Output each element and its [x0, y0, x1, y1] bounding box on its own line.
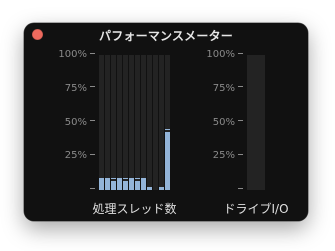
tick-mark — [90, 52, 95, 54]
y-tick-100: 100% — [197, 50, 243, 60]
bar-track-1 — [99, 55, 104, 190]
bar-track-5 — [123, 55, 128, 190]
peak-marker-7 — [135, 177, 140, 179]
tick-mark — [238, 52, 243, 54]
drive-io-chart — [247, 55, 265, 190]
tick-mark — [90, 120, 95, 121]
bar-track-7 — [135, 55, 140, 190]
y-tick-50: 50% — [49, 116, 95, 128]
tick-mark — [90, 187, 95, 189]
y-tick-0 — [197, 185, 243, 195]
bar-fill-1 — [99, 177, 104, 190]
tick-mark — [90, 86, 95, 88]
y-tick-label: 50% — [212, 116, 235, 128]
bar-fill-11 — [159, 187, 164, 190]
y-tick-label: 50% — [64, 116, 87, 128]
bar-fill-4 — [117, 177, 122, 190]
peak-marker-12 — [165, 129, 170, 131]
tick-mark — [90, 153, 95, 155]
performance-meter-window: パフォーマンスメーター 100% 75% 50% 25% 処理スレッド数 100% 75… — [24, 23, 308, 221]
y-tick-25: 25% — [197, 151, 243, 161]
y-tick-label: 100% — [58, 49, 87, 60]
bar-track-11 — [159, 55, 164, 190]
bar-track-6 — [129, 55, 134, 190]
threads-axis-label: 処理スレッド数 — [92, 202, 177, 216]
tick-mark — [238, 153, 243, 155]
tick-mark — [238, 120, 243, 121]
y-tick-50: 50% — [197, 116, 243, 128]
bar-fill-5 — [123, 180, 128, 190]
title-bar[interactable]: パフォーマンスメーター — [24, 23, 308, 46]
y-tick-0 — [49, 185, 95, 195]
y-tick-label: 25% — [64, 150, 87, 162]
peak-marker-8 — [141, 177, 146, 179]
y-tick-label: 75% — [64, 82, 87, 94]
y-tick-100: 100% — [49, 50, 95, 60]
y-tick-25: 25% — [49, 151, 95, 161]
bar-fill-3 — [111, 180, 116, 190]
peak-marker-3 — [111, 177, 116, 179]
bar-track-12 — [165, 55, 170, 190]
bar-fill-2 — [105, 177, 110, 190]
bar-track-10 — [153, 55, 158, 190]
window-title: パフォーマンスメーター — [99, 29, 233, 43]
y-tick-75: 75% — [197, 82, 243, 94]
bar-fill-7 — [135, 180, 140, 190]
bar-fill-6 — [129, 177, 134, 190]
bar-fill-8 — [141, 179, 146, 190]
y-tick-75: 75% — [49, 82, 95, 94]
bar-track-9 — [147, 55, 152, 190]
bar-fill-12 — [165, 131, 170, 190]
tick-mark — [238, 187, 243, 189]
bar-track-8 — [141, 55, 146, 190]
threads-chart — [99, 55, 170, 190]
bar-fill-9 — [147, 187, 152, 190]
y-tick-label: 100% — [206, 49, 235, 60]
tick-mark — [238, 86, 243, 88]
y-tick-label: 75% — [212, 82, 235, 94]
bar-track-1 — [247, 55, 265, 190]
bar-track-2 — [105, 55, 110, 190]
y-tick-label: 25% — [212, 150, 235, 162]
bar-track-4 — [117, 55, 122, 190]
peak-marker-5 — [123, 177, 128, 179]
drive-io-axis-label: ドライブI/O — [223, 202, 289, 216]
bar-track-3 — [111, 55, 116, 190]
